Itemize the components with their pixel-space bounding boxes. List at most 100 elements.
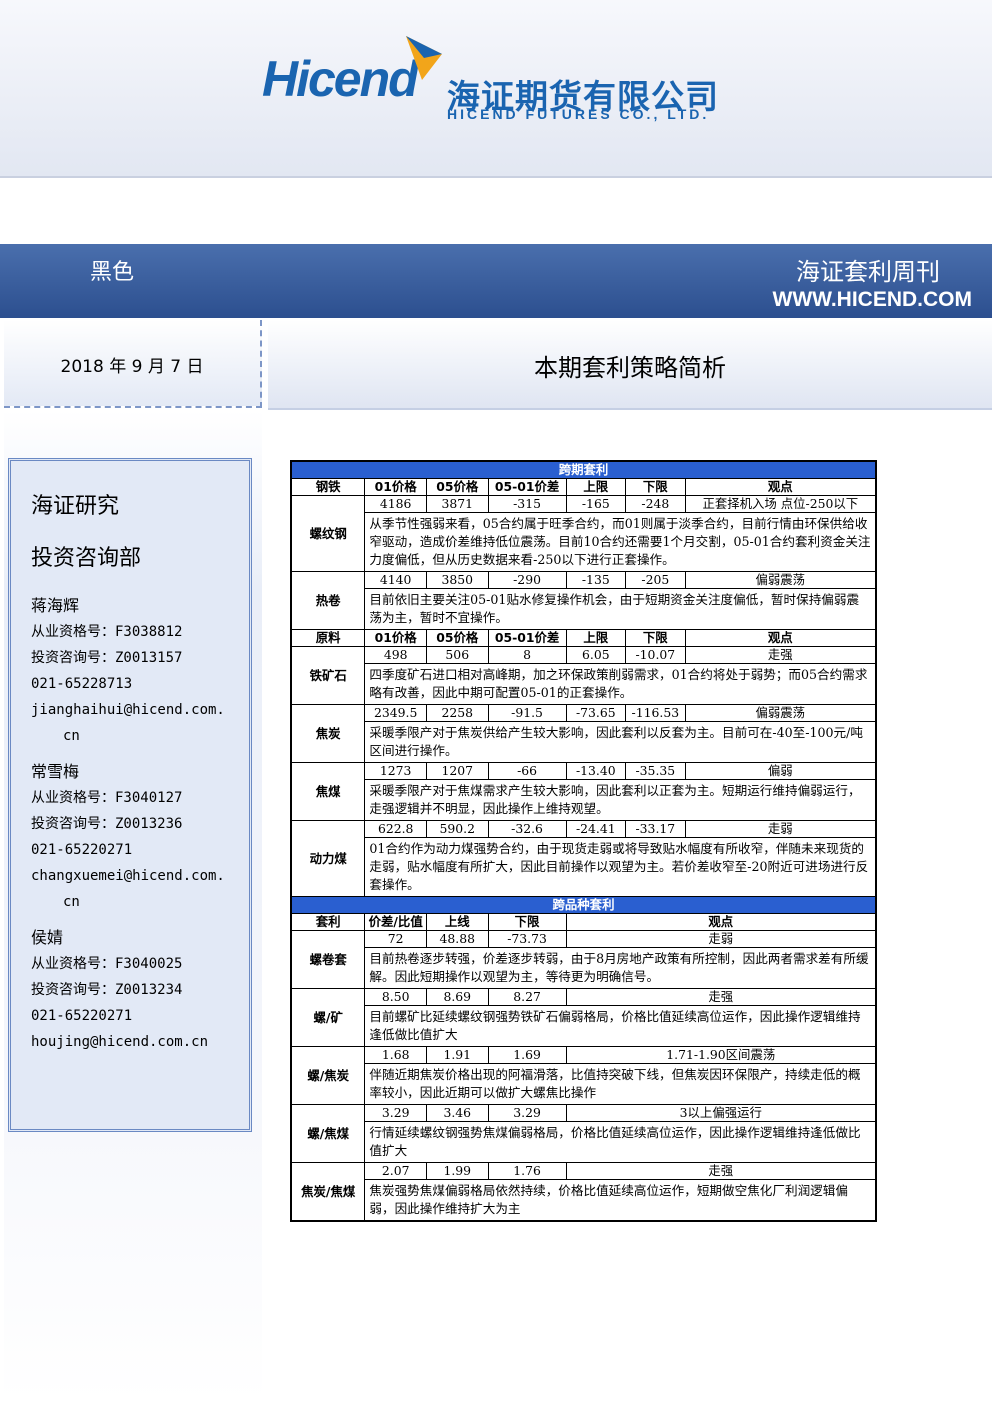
column-header: 01价格 bbox=[364, 478, 427, 496]
email-address[interactable]: jianghaihui@hicend.com. bbox=[31, 697, 249, 723]
column-header: 下限 bbox=[625, 478, 686, 496]
email-address[interactable]: houjing@hicend.com.cn bbox=[31, 1029, 249, 1055]
sidebar: 海证研究 投资咨询部 蒋海辉 从业资格号：F3038812 投资咨询号：Z00131… bbox=[4, 410, 262, 1403]
column-header: 观点 bbox=[684, 629, 877, 647]
column-header: 钢铁 bbox=[290, 478, 366, 496]
value-cell: 走弱 bbox=[684, 820, 877, 838]
row-label: 螺/焦炭 bbox=[290, 1046, 366, 1105]
value-cell: -290 bbox=[487, 571, 567, 589]
table-row: 采暖季限产对于焦炭供给产生较大影响，因此套利以反套为主。目前可在-40至-100… bbox=[291, 721, 877, 763]
section-header: 跨品种套利 bbox=[290, 896, 877, 914]
value-cell: -248 bbox=[625, 495, 686, 513]
view-cell: 1.71-1.90区间震荡 bbox=[565, 1046, 877, 1064]
report-category: 黑色 bbox=[90, 260, 135, 285]
value-cell: 622.8 bbox=[364, 820, 427, 838]
table-row: 螺/矿 8.50 8.69 8.27 走强 bbox=[290, 988, 877, 1047]
row-label: 动力煤 bbox=[290, 820, 366, 897]
value-cell: -10.07 bbox=[625, 646, 686, 664]
email-address[interactable]: changxuemei@hicend.com. bbox=[31, 863, 249, 889]
report-date: 2018 年 9 月 7 日 bbox=[60, 357, 204, 377]
title-band: 黑色 海证套利周刊 WWW.HICEND.COM bbox=[0, 244, 992, 318]
org-name: 海证研究 bbox=[31, 494, 120, 519]
comment-cell: 行情延续螺纹钢强势焦煤偏弱格局，价格比值延续高位运作，因此操作逻辑维持逢低做比值… bbox=[364, 1121, 877, 1163]
publication-name: 海证套利周刊 bbox=[796, 258, 940, 286]
view-cell: 走强 bbox=[565, 988, 877, 1006]
value-cell: 偏弱 bbox=[684, 762, 877, 780]
comment-cell: 四季度矿石进口相对高峰期，加之环保政策削弱需求，01合约将处于弱势；而05合约需… bbox=[364, 663, 877, 705]
section-title-box: 本期套利策略简析 bbox=[268, 320, 992, 410]
value-cell: 1273 bbox=[364, 762, 427, 780]
table-row: 原料 01价格 05价格 05-01价差 上限 下限 观点 bbox=[290, 629, 877, 647]
license-number: 从业资格号：F3040025 bbox=[31, 956, 183, 972]
header-band: Hicend 海证期货有限公司 HICEND FUTURES CO., LTD. bbox=[0, 0, 992, 178]
table-row: 焦炭/焦煤 2.07 1.99 1.76 走强 bbox=[290, 1162, 877, 1222]
view-cell: 走强 bbox=[565, 1162, 877, 1180]
table-row: 焦炭 2349.5 2258 -91.5 -73.65 -116.53 偏弱震荡 bbox=[290, 704, 877, 763]
column-header: 上限 bbox=[565, 629, 627, 647]
table-row: 铁矿石 498 506 8 6.05 -10.07 走强 bbox=[290, 646, 877, 705]
value-cell: -315 bbox=[487, 495, 567, 513]
email-address-cont[interactable]: cn bbox=[31, 889, 249, 915]
table-row: 钢铁 01价格 05价格 05-01价差 上限 下限 观点 bbox=[290, 478, 877, 496]
table-row: 伴随近期焦炭价格出现的阿福滑落，比值持突破下线，但焦炭因环保限产，持续走低的概率… bbox=[291, 1063, 877, 1105]
logo-swoosh-icon bbox=[406, 36, 442, 80]
dept-name: 投资咨询部 bbox=[31, 546, 142, 571]
row-label: 铁矿石 bbox=[290, 646, 366, 705]
table-row: 目前螺矿比延续螺纹钢强势铁矿石偏弱格局，价格比值延续高位运作，因此操作逻辑维持逢… bbox=[291, 1005, 877, 1047]
comment-cell: 采暖季限产对于焦煤需求产生较大影响，因此套利以正套为主。短期运行维持偏弱运行，走… bbox=[364, 779, 877, 821]
value-cell: 3.46 bbox=[425, 1104, 489, 1122]
value-cell: 48.88 bbox=[425, 930, 489, 948]
table-row: 目前热卷逐步转强，价差逐步转弱，由于8月房地产政策有所控制，因此两者需求差有所缓… bbox=[291, 947, 877, 989]
column-header: 原料 bbox=[290, 629, 366, 647]
column-header: 05-01价差 bbox=[487, 629, 567, 647]
value-cell: 6.05 bbox=[565, 646, 627, 664]
value-cell: -91.5 bbox=[487, 704, 567, 722]
row-label: 螺/焦煤 bbox=[290, 1104, 366, 1163]
table-row: 目前依旧主要关注05-01贴水修复操作机会，由于短期资金关注度偏低，暂时保持偏弱… bbox=[291, 588, 877, 630]
analyst-contact: 蒋海辉 从业资格号：F3038812 投资咨询号：Z0013157 021-65228… bbox=[31, 593, 249, 749]
website-url[interactable]: WWW.HICEND.COM bbox=[773, 288, 972, 312]
column-header: 上线 bbox=[425, 913, 489, 931]
phone-number: 021-65220271 bbox=[31, 842, 133, 858]
value-cell: 72 bbox=[364, 930, 427, 948]
table-row: 螺/焦炭 1.68 1.91 1.69 1.71-1.90区间震荡 bbox=[290, 1046, 877, 1105]
table-row: 跨期套利 bbox=[290, 460, 877, 479]
analyst-name: 常雪梅 bbox=[31, 762, 80, 781]
column-header: 05-01价差 bbox=[487, 478, 567, 496]
value-cell: -165 bbox=[565, 495, 627, 513]
analyst-name: 侯婧 bbox=[31, 928, 64, 947]
table-row: 动力煤 622.8 590.2 -32.6 -24.41 -33.17 走弱 bbox=[290, 820, 877, 897]
value-cell: 2349.5 bbox=[364, 704, 427, 722]
value-cell: 3.29 bbox=[487, 1104, 567, 1122]
value-cell: -24.41 bbox=[565, 820, 627, 838]
column-header: 观点 bbox=[684, 478, 877, 496]
value-cell: 4186 bbox=[364, 495, 427, 513]
contact-box: 海证研究 投资咨询部 蒋海辉 从业资格号：F3038812 投资咨询号：Z00131… bbox=[8, 458, 252, 1132]
value-cell: -116.53 bbox=[625, 704, 686, 722]
value-cell: 偏弱震荡 bbox=[684, 704, 877, 722]
column-header: 05价格 bbox=[425, 478, 489, 496]
column-header: 套利 bbox=[290, 913, 366, 931]
email-address-cont[interactable]: cn bbox=[31, 723, 249, 749]
phone-number: 021-65228713 bbox=[31, 676, 133, 692]
value-cell: 走强 bbox=[684, 646, 877, 664]
value-cell: 偏弱震荡 bbox=[684, 571, 877, 589]
column-header: 上限 bbox=[565, 478, 627, 496]
table-row: 01合约作为动力煤强势合约，由于现货走弱或将导致贴水幅度有所收窄，伴随未来现货的… bbox=[291, 837, 877, 897]
column-header: 05价格 bbox=[425, 629, 489, 647]
value-cell: 2.07 bbox=[364, 1162, 427, 1180]
arbitrage-table: 跨期套利 钢铁 01价格 05价格 05-01价差 上限 下限 观点 螺纹钢 4186 3871 -3… bbox=[290, 460, 877, 1222]
table-row: 螺/焦煤 3.29 3.46 3.29 3以上偏强运行 bbox=[290, 1104, 877, 1163]
table-row: 采暖季限产对于焦煤需求产生较大影响，因此套利以正套为主。短期运行维持偏弱运行，走… bbox=[291, 779, 877, 821]
license-number: 从业资格号：F3040127 bbox=[31, 790, 183, 806]
value-cell: 2258 bbox=[425, 704, 489, 722]
row-label: 焦炭 bbox=[290, 704, 366, 763]
column-header: 下限 bbox=[625, 629, 686, 647]
comment-cell: 从季节性强弱来看，05合约属于旺季合约，而01则属于淡季合约，目前行情由环保供给… bbox=[364, 512, 877, 572]
advisory-number: 投资咨询号：Z0013157 bbox=[31, 650, 183, 666]
value-cell: 1.76 bbox=[487, 1162, 567, 1180]
table-row: 螺卷套 72 48.88 -73.73 走弱 bbox=[290, 930, 877, 989]
row-label: 螺/矿 bbox=[290, 988, 366, 1047]
table-row: 热卷 4140 3850 -290 -135 -205 偏弱震荡 bbox=[290, 571, 877, 630]
section-header: 跨期套利 bbox=[290, 460, 877, 479]
